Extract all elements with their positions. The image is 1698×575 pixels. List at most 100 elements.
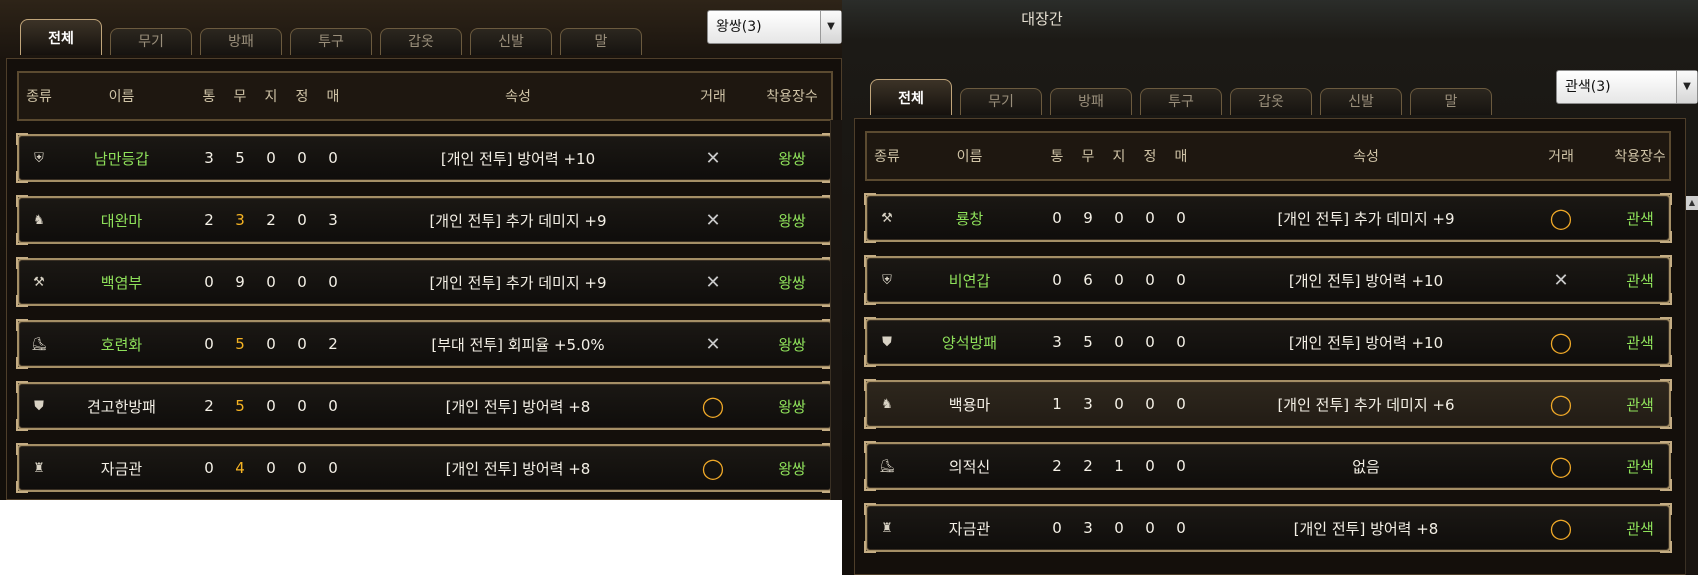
header-s3: 지 [1112, 149, 1126, 165]
header-s5: 매 [1174, 149, 1188, 165]
stat-s4: 0 [1145, 395, 1155, 413]
tab-3[interactable]: 투구 [1140, 88, 1222, 115]
left-inventory-panel: 전체 무기 방패 투구 갑옷 신발 말 왕쌍(3) ▼ 종류 이름 통 무 지 정 매 속성 거래 착용장수 … [0, 0, 842, 500]
item-attribute: [개인 전투] 추가 데미지 +9 [1277, 209, 1455, 228]
stat-s5: 0 [1176, 333, 1186, 351]
item-name: 백염부 [100, 273, 143, 292]
stat-s1: 0 [204, 273, 214, 291]
stat-s3: 0 [266, 273, 276, 291]
stat-s3: 2 [266, 211, 276, 229]
tab-3[interactable]: 투구 [290, 28, 372, 55]
stat-s2: 6 [1083, 271, 1093, 289]
stat-s2: 3 [1083, 395, 1093, 413]
tradeable-ring-icon: ◯ [1549, 330, 1573, 354]
item-row[interactable]: ♞ 대완마 2 3 2 0 3 [개인 전투] 추가 데미지 +9 ✕ 왕쌍 [16, 195, 834, 245]
item-attribute: [개인 전투] 방어력 +8 [445, 397, 591, 416]
stat-s4: 0 [297, 149, 307, 167]
header-owner: 착용장수 [766, 89, 818, 105]
item-row[interactable]: ⛊ 양석방패 3 5 0 0 0 [개인 전투] 방어력 +10 ◯ 관색 [864, 317, 1672, 367]
right-scrollbar[interactable]: ▲ [1685, 196, 1698, 575]
item-name: 룡창 [955, 209, 984, 228]
left-scrollbar[interactable] [830, 120, 842, 500]
item-name: 견고한방패 [86, 397, 156, 416]
header-name: 이름 [956, 149, 983, 165]
right-general-select[interactable]: 관색(3) ▼ [1556, 70, 1698, 104]
blacksmith-panel: 대장간 전체 무기 방패 투구 갑옷 신발 말 관색(3) ▼ 종류 이름 통 무 지 정 매 속성 거래 착… [842, 0, 1698, 575]
stat-s2: 3 [1083, 519, 1093, 537]
stat-s5: 0 [1176, 395, 1186, 413]
header-s3: 지 [264, 89, 278, 105]
item-row[interactable]: ⛊ 견고한방패 2 5 0 0 0 [개인 전투] 방어력 +8 ◯ 왕쌍 [16, 381, 834, 431]
stat-s1: 0 [1052, 271, 1062, 289]
stat-s2: 9 [1083, 209, 1093, 227]
right-table-header: 종류 이름 통 무 지 정 매 속성 거래 착용장수 [865, 131, 1671, 181]
tab-6[interactable]: 말 [1410, 88, 1492, 115]
item-row[interactable]: ⛸ 호련화 0 5 0 0 2 [부대 전투] 회피율 +5.0% ✕ 왕쌍 [16, 319, 834, 369]
header-s1: 통 [1050, 149, 1064, 165]
stat-s1: 0 [1052, 519, 1062, 537]
stat-s5: 0 [1176, 271, 1186, 289]
chevron-down-icon[interactable]: ▼ [1676, 71, 1697, 103]
item-row[interactable]: ♜ 자금관 0 3 0 0 0 [개인 전투] 방어력 +8 ◯ 관색 [864, 503, 1672, 553]
tab-4[interactable]: 갑옷 [1230, 88, 1312, 115]
tab-5[interactable]: 신발 [1320, 88, 1402, 115]
left-item-list: 종류 이름 통 무 지 정 매 속성 거래 착용장수 ⛨ 남만등갑 3 5 0 0 0 [개인 전투] 방어력 … [6, 58, 842, 500]
stat-s5: 0 [328, 149, 338, 167]
item-row[interactable]: ⛸ 의적신 2 2 1 0 0 없음 ◯ 관색 [864, 441, 1672, 491]
horse-icon: ♞ [881, 396, 893, 412]
tab-6[interactable]: 말 [560, 28, 642, 55]
stat-s5: 0 [328, 397, 338, 415]
header-owner: 착용장수 [1614, 149, 1666, 165]
item-row[interactable]: ⛨ 비연갑 0 6 0 0 0 [개인 전투] 방어력 +10 ✕ 관색 [864, 255, 1672, 305]
right-general-select-value: 관색(3) [1565, 79, 1611, 95]
stat-s1: 2 [204, 397, 214, 415]
item-attribute: [개인 전투] 방어력 +10 [440, 149, 596, 168]
stat-s4: 0 [297, 211, 307, 229]
header-trade: 거래 [700, 89, 726, 105]
armor-icon: ⛨ [882, 272, 892, 288]
tab-5[interactable]: 신발 [470, 28, 552, 55]
stat-s1: 0 [204, 459, 214, 477]
tab-0[interactable]: 전체 [870, 79, 952, 115]
item-attribute: 없음 [1352, 457, 1380, 476]
item-name: 대완마 [100, 211, 143, 230]
tradeable-ring-icon: ◯ [701, 394, 725, 418]
stat-s3: 0 [1114, 333, 1124, 351]
item-attribute: [개인 전투] 방어력 +8 [1293, 519, 1439, 538]
header-trade: 거래 [1548, 149, 1574, 165]
item-row[interactable]: ⚒ 백염부 0 9 0 0 0 [개인 전투] 추가 데미지 +9 ✕ 왕쌍 [16, 257, 834, 307]
stat-s5: 2 [328, 335, 338, 353]
untradeable-cross-icon: ✕ [705, 271, 721, 293]
tab-2[interactable]: 방패 [200, 28, 282, 55]
item-name: 백용마 [948, 395, 991, 414]
stat-s4: 0 [297, 335, 307, 353]
item-row[interactable]: ♜ 자금관 0 4 0 0 0 [개인 전투] 방어력 +8 ◯ 왕쌍 [16, 443, 834, 493]
scroll-up-arrow-icon[interactable]: ▲ [1686, 196, 1698, 210]
item-row[interactable]: ⚒ 룡창 0 9 0 0 0 [개인 전투] 추가 데미지 +9 ◯ 관색 [864, 193, 1672, 243]
item-row[interactable]: ♞ 백용마 1 3 0 0 0 [개인 전투] 추가 데미지 +6 ◯ 관색 [864, 379, 1672, 429]
item-name: 양석방패 [941, 333, 998, 352]
tab-0[interactable]: 전체 [20, 19, 102, 55]
tab-1[interactable]: 무기 [960, 88, 1042, 115]
stat-s5: 0 [1176, 457, 1186, 475]
header-s4: 정 [295, 89, 309, 105]
stat-s4: 0 [297, 397, 307, 415]
equipped-general: 왕쌍 [778, 211, 806, 230]
stat-s4: 0 [297, 273, 307, 291]
item-row[interactable]: ⛨ 남만등갑 3 5 0 0 0 [개인 전투] 방어력 +10 ✕ 왕쌍 [16, 133, 834, 183]
untradeable-cross-icon: ✕ [705, 333, 721, 355]
stat-s3: 0 [1114, 395, 1124, 413]
item-name: 남만등갑 [93, 149, 150, 168]
tab-2[interactable]: 방패 [1050, 88, 1132, 115]
tab-1[interactable]: 무기 [110, 28, 192, 55]
tab-4[interactable]: 갑옷 [380, 28, 462, 55]
chevron-down-icon[interactable]: ▼ [820, 11, 841, 43]
stat-s3: 0 [266, 459, 276, 477]
stat-s4: 0 [1145, 519, 1155, 537]
item-attribute: [개인 전투] 방어력 +10 [1288, 333, 1444, 352]
item-name: 의적신 [948, 457, 991, 476]
right-category-tabs: 전체 무기 방패 투구 갑옷 신발 말 [870, 79, 1500, 115]
stat-s5: 3 [328, 211, 338, 229]
header-s2: 무 [233, 89, 247, 105]
left-general-select[interactable]: 왕쌍(3) ▼ [707, 10, 842, 44]
